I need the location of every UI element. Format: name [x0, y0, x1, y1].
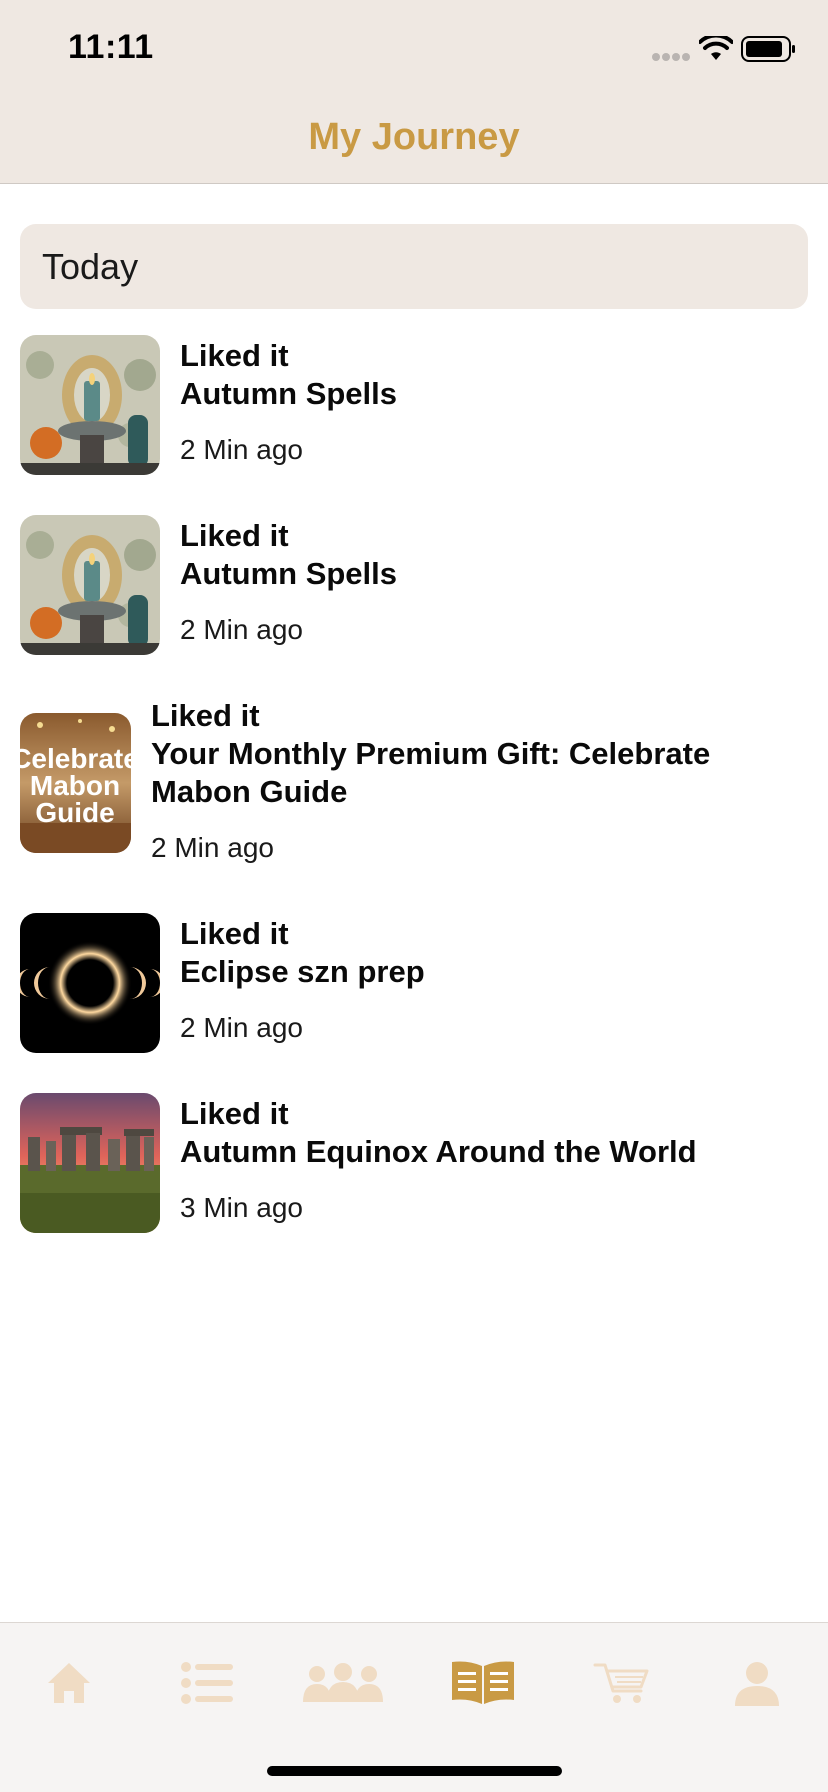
status-bar: 11:11 [0, 0, 828, 96]
tab-community[interactable] [298, 1653, 388, 1713]
activity-action: Liked it [180, 916, 289, 951]
tab-list[interactable] [162, 1653, 252, 1713]
activity-time: 3 Min ago [180, 1192, 303, 1223]
page-title: My Journey [308, 116, 520, 158]
book-icon [452, 1661, 514, 1704]
activity-action: Liked it [180, 518, 289, 553]
activity-time: 2 Min ago [180, 1012, 303, 1043]
home-indicator [267, 1766, 562, 1776]
tab-cart[interactable] [576, 1653, 666, 1713]
activity-time: 2 Min ago [180, 434, 303, 465]
tab-profile[interactable] [712, 1653, 802, 1713]
navigation-bar: My Journey [0, 96, 828, 184]
activity-item-text: Liked it Eclipse szn prep 2 Min ago [180, 915, 425, 1045]
activity-action: Liked it [180, 338, 289, 373]
activity-action: Liked it [180, 1096, 289, 1131]
community-icon [303, 1663, 383, 1702]
activity-action: Liked it [151, 698, 260, 733]
eclipse-thumbnail [20, 913, 160, 1053]
activity-title: Autumn Spells [180, 556, 398, 591]
battery-icon [741, 36, 795, 62]
list-icon [181, 1662, 233, 1704]
activity-item-text: Liked it Autumn Spells 2 Min ago [180, 517, 397, 647]
activity-item[interactable]: Liked it Autumn Spells 2 Min ago [20, 335, 810, 475]
activity-item[interactable]: Liked it Autumn Equinox Around the World… [20, 1093, 810, 1233]
activity-item[interactable]: Celebrate Mabon Guide Liked it Your Mont… [20, 695, 810, 875]
status-time: 11:11 [68, 28, 154, 66]
activity-title: Your Monthly Premium Gift: Celebrate Mab… [151, 736, 711, 809]
section-title: Today [42, 246, 139, 287]
activity-item[interactable]: Liked it Autumn Spells 2 Min ago [20, 515, 810, 655]
stonehenge-thumbnail [20, 1093, 160, 1233]
tab-journal[interactable] [438, 1653, 528, 1713]
mabon-guide-thumbnail: Celebrate Mabon Guide [20, 713, 131, 853]
activity-title: Autumn Equinox Around the World [180, 1134, 697, 1169]
activity-item-text: Liked it Autumn Equinox Around the World… [180, 1095, 697, 1225]
svg-text:Guide: Guide [35, 797, 114, 828]
wifi-icon [699, 36, 733, 60]
cart-icon [593, 1663, 649, 1703]
home-icon [48, 1663, 90, 1703]
activity-title: Eclipse szn prep [180, 954, 425, 989]
autumn-spells-thumbnail [20, 515, 160, 655]
activity-item[interactable]: Liked it Eclipse szn prep 2 Min ago [20, 913, 810, 1053]
activity-time: 2 Min ago [151, 832, 274, 863]
activity-item-text: Liked it Your Monthly Premium Gift: Cele… [151, 697, 801, 865]
activity-item-text: Liked it Autumn Spells 2 Min ago [180, 337, 397, 467]
tab-home[interactable] [24, 1653, 114, 1713]
cellular-signal-icon [652, 53, 692, 61]
activity-time: 2 Min ago [180, 614, 303, 645]
profile-icon [735, 1662, 779, 1706]
section-header-today: Today [20, 224, 808, 309]
autumn-spells-thumbnail [20, 335, 160, 475]
activity-title: Autumn Spells [180, 376, 398, 411]
